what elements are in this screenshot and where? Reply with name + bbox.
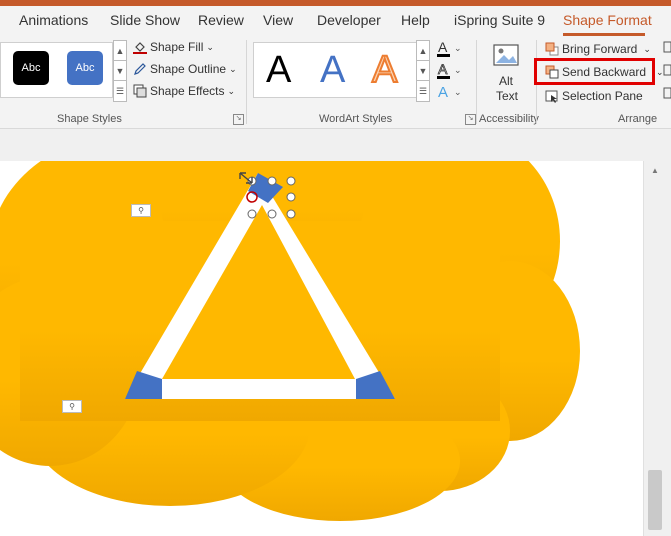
chevron-down-icon: ⌄ [229, 63, 237, 74]
tab-review[interactable]: Review [198, 12, 244, 28]
shape-effects-button[interactable]: Shape Effects ⌄ [133, 84, 235, 98]
wordart-dialog-launcher[interactable]: ↘ [465, 114, 476, 125]
selection-pane-icon [545, 89, 559, 103]
alt-text-label-line2: Text [496, 89, 519, 103]
selection-pane-button[interactable]: Selection Pane [545, 89, 643, 103]
alt-text-label-line1: Alt [499, 74, 514, 88]
group-divider [246, 40, 247, 124]
smart-tag-icon[interactable]: ⚲ [131, 204, 151, 217]
shape-fill-button[interactable]: Shape Fill ⌄ [133, 40, 214, 54]
shape-style-swatch-blue[interactable]: Abc [67, 51, 103, 85]
svg-text:⌄: ⌄ [454, 65, 462, 75]
chevron-down-icon: ⌄ [206, 41, 214, 52]
svg-text:A: A [438, 39, 448, 55]
scrollbar-thumb[interactable] [648, 470, 662, 530]
bring-forward-button[interactable]: Bring Forward ⌄ [545, 42, 651, 56]
align-icon [663, 41, 671, 99]
wordart-style-black[interactable]: A [266, 48, 291, 92]
alt-text-icon [493, 44, 519, 66]
chevron-down-icon: ⌄ [227, 85, 236, 96]
shape-fill-label: Shape Fill [150, 40, 204, 54]
svg-text:⌄: ⌄ [454, 43, 462, 53]
align-buttons-partial[interactable] [661, 40, 671, 100]
tab-shape-format[interactable]: Shape Format [563, 12, 652, 28]
accessibility-group-label: Accessibility [479, 113, 539, 125]
tab-slide-show[interactable]: Slide Show [110, 12, 180, 28]
alt-text-button[interactable]: Alt Text [486, 40, 528, 106]
shape-effects-label: Shape Effects [150, 84, 225, 98]
tab-help[interactable]: Help [401, 12, 430, 28]
text-effects-button[interactable]: A ⌄ [436, 82, 464, 102]
svg-text:⌄: ⌄ [454, 87, 462, 97]
bring-forward-icon [545, 42, 559, 56]
shape-effects-icon [133, 84, 147, 98]
ribbon-tab-bar: Animations Slide Show Review View Develo… [0, 6, 671, 36]
shape-styles-group-label: Shape Styles [57, 113, 122, 125]
workspace-gap [0, 129, 671, 161]
tab-ispring-suite[interactable]: iSpring Suite 9 [454, 12, 545, 28]
tab-developer[interactable]: Developer [317, 12, 381, 28]
shape-styles-dialog-launcher[interactable]: ↘ [233, 114, 244, 125]
shape-style-swatch-black[interactable]: Abc [13, 51, 49, 85]
wordart-scroll-down[interactable]: ▼ [416, 60, 430, 82]
text-outline-button[interactable]: A ⌄ [436, 60, 464, 80]
paint-bucket-icon [133, 40, 147, 54]
slide-graphic [0, 161, 580, 521]
text-fill-icon: A ⌄ [437, 39, 462, 57]
shape-styles-scroll-up[interactable]: ▲ [113, 40, 127, 62]
shape-outline-button[interactable]: Shape Outline ⌄ [133, 62, 237, 76]
arrange-group-label: Arrange [618, 113, 658, 125]
wordart-scroll-up[interactable]: ▲ [416, 40, 430, 62]
shape-styles-more[interactable]: ☰ [113, 80, 127, 102]
slide-canvas[interactable]: ⚲ ⚲ [0, 161, 643, 536]
wordart-more[interactable]: ☰ [416, 80, 430, 102]
pencil-icon [133, 62, 147, 76]
svg-text:A: A [438, 61, 448, 77]
text-outline-icon: A ⌄ [437, 61, 462, 79]
scroll-up-arrow-icon[interactable]: ▲ [649, 166, 661, 176]
text-effects-icon: A ⌄ [438, 84, 462, 101]
selection-pane-label: Selection Pane [562, 89, 643, 103]
tab-animations[interactable]: Animations [19, 12, 88, 28]
shape-styles-scroll-down[interactable]: ▼ [113, 60, 127, 82]
wordart-group-label: WordArt Styles [319, 113, 393, 125]
wordart-style-orange-outline[interactable]: A [371, 48, 398, 92]
svg-text:A: A [438, 84, 448, 101]
chevron-down-icon: ⌄ [643, 43, 651, 54]
wordart-style-blue[interactable]: A [320, 48, 345, 92]
text-fill-button[interactable]: A ⌄ [436, 38, 464, 58]
tab-view[interactable]: View [263, 12, 293, 28]
bring-forward-label: Bring Forward [562, 42, 638, 56]
smart-tag-icon[interactable]: ⚲ [62, 400, 82, 413]
shape-outline-label: Shape Outline [150, 62, 227, 76]
highlight-box [534, 58, 655, 85]
group-divider [476, 40, 477, 124]
